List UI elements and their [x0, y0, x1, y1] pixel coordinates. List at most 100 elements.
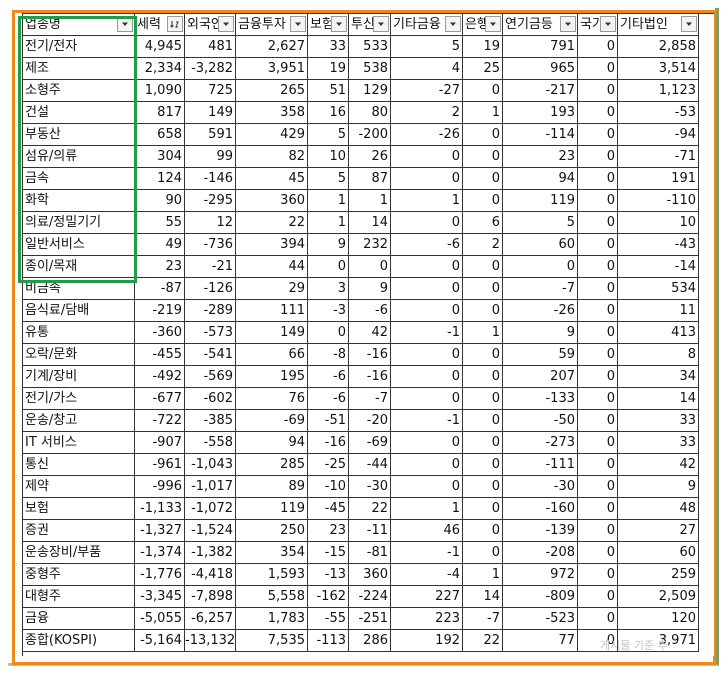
cell-nation[interactable]: 0: [578, 300, 618, 322]
cell-insurance[interactable]: 51: [308, 80, 349, 102]
cell-sector-name[interactable]: 전기/전자: [23, 36, 135, 58]
cell-investment-trust[interactable]: -251: [349, 608, 391, 630]
cell-foreigner[interactable]: -385: [185, 410, 236, 432]
cell-other-finance[interactable]: 0: [391, 146, 463, 168]
cell-other-corp[interactable]: 33: [618, 410, 699, 432]
cell-other-corp[interactable]: 27: [618, 520, 699, 542]
cell-investment-trust[interactable]: -16: [349, 366, 391, 388]
cell-investment-trust[interactable]: 80: [349, 102, 391, 124]
cell-other-finance[interactable]: 227: [391, 586, 463, 608]
cell-insurance[interactable]: 10: [308, 146, 349, 168]
cell-financial-investment[interactable]: 119: [236, 498, 308, 520]
cell-foreign-force[interactable]: 124: [135, 168, 185, 190]
cell-foreign-force[interactable]: -219: [135, 300, 185, 322]
filter-dropdown-icon[interactable]: [445, 16, 461, 32]
cell-investment-trust[interactable]: 1: [349, 190, 391, 212]
cell-financial-investment[interactable]: 111: [236, 300, 308, 322]
cell-other-finance[interactable]: 0: [391, 344, 463, 366]
cell-nation[interactable]: 0: [578, 58, 618, 80]
cell-pension[interactable]: -523: [503, 608, 578, 630]
cell-pension[interactable]: 77: [503, 630, 578, 652]
cell-bank[interactable]: 0: [463, 278, 503, 300]
cell-bank[interactable]: 14: [463, 586, 503, 608]
cell-other-corp[interactable]: 2,858: [618, 36, 699, 58]
cell-other-corp[interactable]: 11: [618, 300, 699, 322]
cell-financial-investment[interactable]: 360: [236, 190, 308, 212]
cell-other-finance[interactable]: 0: [391, 432, 463, 454]
cell-foreigner[interactable]: 12: [185, 212, 236, 234]
cell-bank[interactable]: 19: [463, 36, 503, 58]
cell-insurance[interactable]: 1: [308, 212, 349, 234]
cell-insurance[interactable]: 9: [308, 234, 349, 256]
cell-investment-trust[interactable]: -30: [349, 476, 391, 498]
cell-insurance[interactable]: 23: [308, 520, 349, 542]
cell-investment-trust[interactable]: 129: [349, 80, 391, 102]
cell-other-corp[interactable]: 42: [618, 454, 699, 476]
cell-investment-trust[interactable]: 26: [349, 146, 391, 168]
cell-financial-investment[interactable]: 429: [236, 124, 308, 146]
cell-foreigner[interactable]: -1,072: [185, 498, 236, 520]
filter-dropdown-icon[interactable]: [290, 16, 306, 32]
cell-other-finance[interactable]: 0: [391, 476, 463, 498]
cell-investment-trust[interactable]: -81: [349, 542, 391, 564]
cell-other-finance[interactable]: -26: [391, 124, 463, 146]
cell-pension[interactable]: 9: [503, 322, 578, 344]
cell-sector-name[interactable]: 부동산: [23, 124, 135, 146]
cell-foreigner[interactable]: -6,257: [185, 608, 236, 630]
cell-sector-name[interactable]: 대형주: [23, 586, 135, 608]
cell-insurance[interactable]: 19: [308, 58, 349, 80]
cell-pension[interactable]: 94: [503, 168, 578, 190]
cell-financial-investment[interactable]: 22: [236, 212, 308, 234]
cell-nation[interactable]: 0: [578, 476, 618, 498]
cell-other-finance[interactable]: -1: [391, 542, 463, 564]
cell-nation[interactable]: 0: [578, 146, 618, 168]
cell-other-finance[interactable]: 0: [391, 256, 463, 278]
cell-financial-investment[interactable]: 94: [236, 432, 308, 454]
cell-foreign-force[interactable]: -492: [135, 366, 185, 388]
cell-foreigner[interactable]: -1,017: [185, 476, 236, 498]
cell-foreigner[interactable]: 99: [185, 146, 236, 168]
cell-insurance[interactable]: -113: [308, 630, 349, 652]
cell-investment-trust[interactable]: 0: [349, 256, 391, 278]
cell-sector-name[interactable]: 건설: [23, 102, 135, 124]
cell-financial-investment[interactable]: 76: [236, 388, 308, 410]
cell-bank[interactable]: 0: [463, 344, 503, 366]
cell-other-corp[interactable]: 3,514: [618, 58, 699, 80]
cell-bank[interactable]: 0: [463, 146, 503, 168]
cell-foreign-force[interactable]: -3,345: [135, 586, 185, 608]
cell-foreigner[interactable]: -3,282: [185, 58, 236, 80]
cell-other-corp[interactable]: 259: [618, 564, 699, 586]
cell-foreign-force[interactable]: -996: [135, 476, 185, 498]
cell-nation[interactable]: 0: [578, 344, 618, 366]
cell-other-finance[interactable]: 4: [391, 58, 463, 80]
cell-foreigner[interactable]: -736: [185, 234, 236, 256]
cell-sector-name[interactable]: 통신: [23, 454, 135, 476]
cell-insurance[interactable]: -10: [308, 476, 349, 498]
cell-other-finance[interactable]: -27: [391, 80, 463, 102]
cell-financial-investment[interactable]: 7,535: [236, 630, 308, 652]
cell-investment-trust[interactable]: 360: [349, 564, 391, 586]
cell-foreign-force[interactable]: -87: [135, 278, 185, 300]
cell-foreigner[interactable]: -289: [185, 300, 236, 322]
cell-other-finance[interactable]: 223: [391, 608, 463, 630]
cell-investment-trust[interactable]: -200: [349, 124, 391, 146]
cell-foreigner[interactable]: 725: [185, 80, 236, 102]
cell-investment-trust[interactable]: 9: [349, 278, 391, 300]
cell-other-finance[interactable]: 0: [391, 366, 463, 388]
cell-other-corp[interactable]: 191: [618, 168, 699, 190]
cell-nation[interactable]: 0: [578, 278, 618, 300]
cell-nation[interactable]: 0: [578, 212, 618, 234]
cell-sector-name[interactable]: 운송/창고: [23, 410, 135, 432]
cell-financial-investment[interactable]: 44: [236, 256, 308, 278]
cell-sector-name[interactable]: 제조: [23, 58, 135, 80]
cell-nation[interactable]: 0: [578, 542, 618, 564]
cell-financial-investment[interactable]: -69: [236, 410, 308, 432]
cell-foreigner[interactable]: -1,382: [185, 542, 236, 564]
cell-investment-trust[interactable]: 538: [349, 58, 391, 80]
cell-pension[interactable]: -160: [503, 498, 578, 520]
cell-financial-investment[interactable]: 2,627: [236, 36, 308, 58]
cell-foreign-force[interactable]: 49: [135, 234, 185, 256]
cell-sector-name[interactable]: 음식료/담배: [23, 300, 135, 322]
cell-investment-trust[interactable]: -16: [349, 344, 391, 366]
cell-sector-name[interactable]: 소형주: [23, 80, 135, 102]
